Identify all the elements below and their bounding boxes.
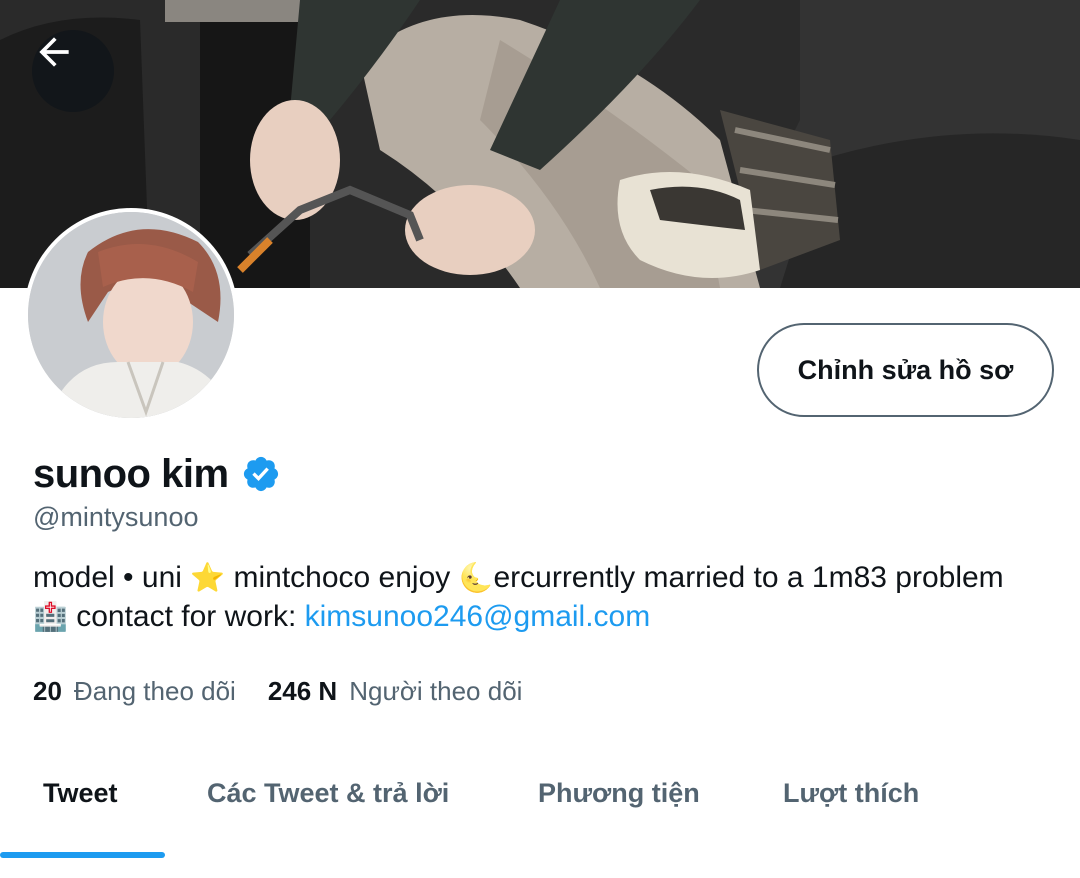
hospital-emoji-icon: 🏥: [33, 601, 68, 632]
profile-stats: 20 Đang theo dõi 246 N Người theo dõi: [33, 676, 554, 707]
avatar-image: [28, 212, 234, 418]
followers-stat[interactable]: 246 N Người theo dõi: [268, 676, 523, 707]
following-label: Đang theo dõi: [73, 676, 236, 706]
bio-text: mintchoco enjoy: [225, 561, 459, 594]
profile-page: Chỉnh sửa hồ sơ sunoo kim @mintysunoo mo…: [0, 0, 1080, 878]
bio-text: contact for work:: [67, 600, 305, 633]
followers-count: 246 N: [267, 676, 338, 706]
profile-name-row: sunoo kim: [33, 448, 281, 500]
verified-badge-icon: [243, 456, 278, 492]
display-name: sunoo kim: [33, 451, 229, 496]
following-count: 20: [33, 676, 62, 706]
tab-media[interactable]: Phương tiện: [538, 778, 700, 809]
bio-email-link[interactable]: kimsunoo246@gmail.com: [305, 600, 651, 633]
star-emoji-icon: ⭐: [190, 562, 226, 593]
bio-text: ercurrently married to a 1m83 problem: [493, 561, 1004, 594]
edit-profile-button[interactable]: Chỉnh sửa hồ sơ: [757, 323, 1054, 417]
profile-avatar[interactable]: [24, 208, 238, 422]
back-button[interactable]: [32, 30, 114, 112]
followers-label: Người theo dõi: [349, 676, 523, 706]
arrow-left-icon: [39, 37, 69, 67]
tab-tweets[interactable]: Tweet: [43, 778, 118, 809]
profile-tabs: Tweet Các Tweet & trả lời Phương tiện Lư…: [0, 760, 1080, 860]
following-stat[interactable]: 20 Đang theo dõi: [33, 676, 236, 707]
profile-handle: @mintysunoo: [33, 502, 199, 532]
bio-text: model • uni: [33, 561, 191, 594]
tab-likes[interactable]: Lượt thích: [783, 778, 919, 809]
moon-emoji-icon: 🌜: [458, 562, 494, 593]
tab-tweets-replies[interactable]: Các Tweet & trả lời: [207, 778, 449, 809]
profile-bio: model • uni ⭐ mintchoco enjoy 🌜ercurrent…: [33, 558, 1043, 636]
active-tab-indicator: [0, 852, 165, 858]
